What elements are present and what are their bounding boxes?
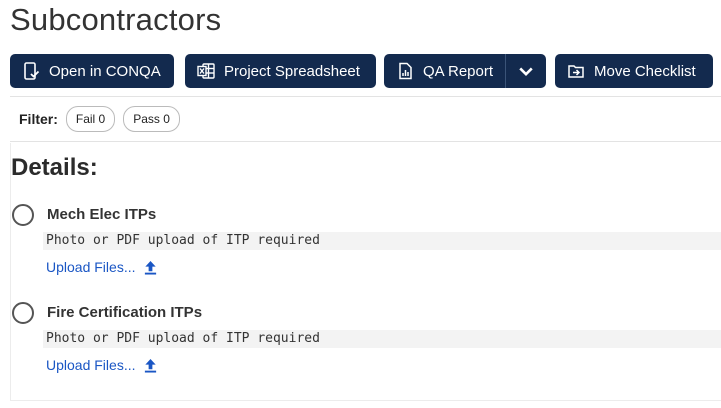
item-note: Photo or PDF upload of ITP required (43, 232, 721, 250)
details-panel: Details: Mech Elec ITPs Photo or PDF upl… (10, 143, 721, 401)
qa-report-button[interactable]: QA Report (384, 54, 505, 88)
filter-pass-pill[interactable]: Pass 0 (123, 106, 180, 132)
upload-files-label: Upload Files... (46, 259, 136, 275)
open-in-conqa-button[interactable]: Open in CONQA (10, 54, 174, 88)
item-note: Photo or PDF upload of ITP required (43, 330, 721, 348)
filter-fail-pill[interactable]: Fail 0 (65, 106, 116, 132)
move-icon (567, 62, 585, 80)
filter-label: Filter: (19, 111, 58, 127)
item-radio[interactable] (12, 302, 34, 324)
report-icon (396, 62, 414, 80)
excel-icon (197, 62, 215, 80)
item-radio[interactable] (12, 204, 34, 226)
item-title: Mech Elec ITPs (47, 206, 157, 223)
upload-files-link[interactable]: Upload Files... (46, 357, 158, 373)
page-title: Subcontractors (10, 2, 222, 37)
move-checklist-button[interactable]: Move Checklist (555, 54, 713, 88)
open-in-conqa-label: Open in CONQA (49, 62, 161, 80)
qa-report-dropdown-button[interactable] (506, 54, 546, 88)
move-checklist-label: Move Checklist (594, 62, 696, 80)
upload-icon (143, 358, 158, 373)
filter-bar: Filter: Fail 0 Pass 0 (10, 96, 721, 142)
upload-files-link[interactable]: Upload Files... (46, 259, 158, 275)
project-spreadsheet-label: Project Spreadsheet (224, 62, 360, 80)
project-spreadsheet-button[interactable]: Project Spreadsheet (185, 54, 376, 88)
upload-icon (143, 260, 158, 275)
checklist-item: Mech Elec ITPs Photo or PDF upload of IT… (11, 204, 721, 284)
device-check-icon (22, 62, 40, 80)
details-heading: Details: (11, 154, 98, 181)
qa-report-label: QA Report (423, 62, 494, 80)
upload-files-label: Upload Files... (46, 357, 136, 373)
chevron-down-icon (517, 62, 535, 80)
item-title: Fire Certification ITPs (47, 304, 203, 321)
checklist-item: Fire Certification ITPs Photo or PDF upl… (11, 302, 721, 382)
